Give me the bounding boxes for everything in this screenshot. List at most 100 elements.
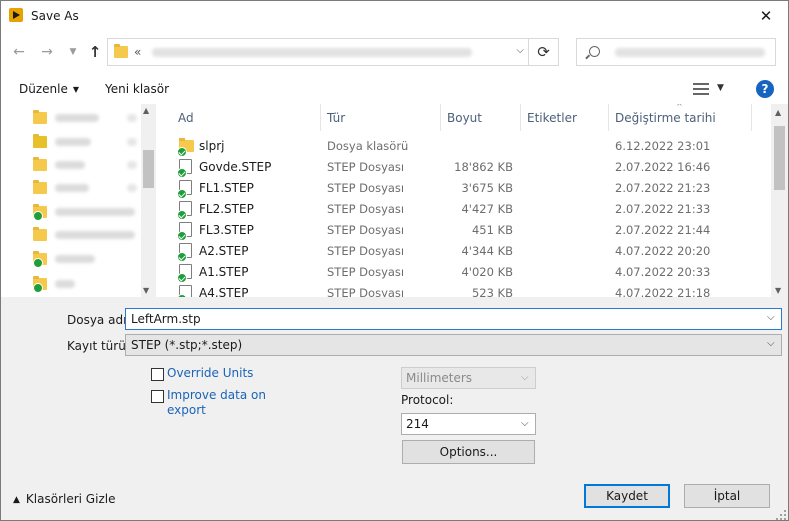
file-row[interactable]: FL3.STEP STEP Dosyası 451 KB 2.07.2022 21:4… (156, 219, 771, 241)
options-button[interactable]: Options... (402, 440, 535, 464)
scroll-up-icon[interactable]: ▲ (775, 108, 781, 117)
help-icon[interactable]: ? (756, 80, 774, 98)
column-header-row: Ad Tür Boyut Etiketler ^ Değiştirme tari… (156, 104, 771, 131)
chevron-down-icon[interactable]: ▼ (717, 83, 724, 93)
close-button[interactable]: ✕ (744, 1, 788, 31)
file-type: STEP Dosyası (327, 202, 405, 216)
nav-item[interactable] (33, 202, 141, 222)
title-bar: Save As ✕ (1, 1, 788, 31)
resize-grip-icon[interactable] (776, 510, 786, 520)
file-size: 4'427 KB (461, 202, 513, 216)
file-row[interactable]: slprj Dosya klasörü 6.12.2022 23:01 (156, 135, 771, 157)
filename-input[interactable] (125, 308, 782, 330)
file-row[interactable]: FL1.STEP STEP Dosyası 3'675 KB 2.07.2022 21… (156, 177, 771, 199)
file-size: 3'675 KB (461, 181, 513, 195)
back-arrow-icon[interactable]: ← (9, 42, 29, 62)
nav-item[interactable] (33, 274, 141, 294)
column-divider (751, 104, 752, 131)
filetype-select[interactable]: STEP (*.stp;*.step) (125, 334, 782, 356)
file-size: 4'020 KB (461, 265, 513, 279)
filetype-label: Kayıt türü: (67, 339, 130, 353)
new-folder-button[interactable]: Yeni klasör (105, 82, 169, 96)
up-arrow-icon[interactable]: ↑ (85, 42, 105, 62)
nav-item-label-redacted (55, 138, 91, 146)
file-type: STEP Dosyası (327, 181, 405, 195)
file-type: STEP Dosyası (327, 160, 405, 174)
file-name: A4.STEP (199, 286, 249, 297)
override-units-label[interactable]: Override Units (167, 366, 253, 381)
search-input[interactable] (576, 38, 776, 66)
chevron-down-icon[interactable]: ⌵ (521, 418, 529, 429)
address-path-redacted (152, 48, 472, 57)
hide-folders-label: Klasörleri Gizle (25, 492, 116, 506)
navigation-scrollbar[interactable]: ▲ ▼ (141, 104, 156, 297)
app-logo-icon (9, 8, 23, 22)
download-folder-icon (33, 134, 47, 148)
cancel-button[interactable]: İptal (684, 484, 770, 508)
scrollbar-thumb[interactable] (774, 126, 785, 190)
nav-item[interactable] (33, 132, 141, 152)
address-prefix: « (134, 45, 142, 59)
hide-folders-button[interactable]: ▲ Klasörleri Gizle (13, 492, 115, 506)
nav-item[interactable] (33, 225, 141, 245)
pin-icon (127, 138, 137, 146)
nav-item[interactable] (33, 155, 141, 175)
override-units-checkbox[interactable] (151, 368, 164, 381)
file-row[interactable]: A4.STEP STEP Dosyası 523 KB 4.07.2022 21:18 (156, 282, 771, 297)
nav-item[interactable] (33, 108, 141, 128)
history-chevron-down-icon[interactable]: ▼ (63, 42, 83, 62)
column-type[interactable]: Tür (327, 111, 345, 125)
pin-icon (127, 161, 137, 169)
search-placeholder-redacted (615, 48, 765, 57)
file-row[interactable]: A2.STEP STEP Dosyası 4'344 KB 4.07.2022 20:… (156, 240, 771, 262)
folder-icon (33, 110, 47, 124)
refresh-button[interactable]: ⟳ (529, 38, 559, 66)
improve-data-label[interactable]: Improve data on export (167, 388, 277, 418)
folder-icon (33, 157, 47, 171)
sort-caret-icon: ^ (676, 104, 683, 111)
scroll-up-icon[interactable]: ▲ (143, 106, 149, 115)
file-size: 18'862 KB (454, 160, 513, 174)
column-name[interactable]: Ad (178, 111, 194, 125)
file-size: 4'344 KB (461, 244, 513, 258)
file-type: Dosya klasörü (327, 139, 409, 153)
file-date: 2.07.2022 21:44 (615, 223, 711, 237)
sync-ok-icon (33, 258, 43, 268)
chevron-down-icon[interactable]: ⌵ (767, 338, 775, 349)
chevron-up-icon: ▲ (13, 495, 20, 505)
nav-item[interactable] (33, 178, 141, 198)
organize-button[interactable]: Düzenle ▼ (19, 82, 79, 96)
scroll-down-icon[interactable]: ▼ (775, 286, 781, 295)
file-row[interactable]: FL2.STEP STEP Dosyası 4'427 KB 2.07.2022 21… (156, 198, 771, 220)
column-size[interactable]: Boyut (447, 111, 482, 125)
improve-data-checkbox[interactable] (151, 390, 164, 403)
protocol-select[interactable]: 214 (401, 413, 536, 435)
nav-item-label-redacted (55, 280, 75, 288)
save-button[interactable]: Kaydet (584, 484, 670, 508)
file-date: 2.07.2022 16:46 (615, 160, 711, 174)
forward-arrow-icon[interactable]: → (37, 42, 57, 62)
nav-item[interactable] (33, 249, 141, 269)
column-tags[interactable]: Etiketler (527, 111, 577, 125)
file-row[interactable]: Govde.STEP STEP Dosyası 18'862 KB 2.07.2022… (156, 156, 771, 178)
address-bar[interactable]: « ⌵ (107, 38, 529, 66)
chevron-down-icon[interactable]: ⌵ (516, 45, 524, 56)
file-type: STEP Dosyası (327, 265, 405, 279)
units-select: Millimeters (401, 367, 536, 389)
view-options-icon[interactable] (693, 83, 709, 95)
file-name: slprj (199, 139, 225, 153)
column-divider (320, 104, 321, 131)
file-list-scrollbar[interactable]: ▲ ▼ (771, 104, 788, 297)
column-divider (608, 104, 609, 131)
sync-ok-icon (33, 211, 43, 221)
pin-icon (127, 114, 137, 122)
file-date: 4.07.2022 20:33 (615, 265, 711, 279)
scroll-down-icon[interactable]: ▼ (143, 286, 149, 295)
scrollbar-thumb[interactable] (143, 150, 154, 188)
nav-item-label-redacted (55, 114, 99, 122)
file-name: FL2.STEP (199, 202, 254, 216)
column-modified[interactable]: Değiştirme tarihi (615, 111, 716, 125)
column-divider (440, 104, 441, 131)
file-row[interactable]: A1.STEP STEP Dosyası 4'020 KB 4.07.2022 20:… (156, 261, 771, 283)
chevron-down-icon[interactable]: ⌵ (767, 312, 775, 323)
